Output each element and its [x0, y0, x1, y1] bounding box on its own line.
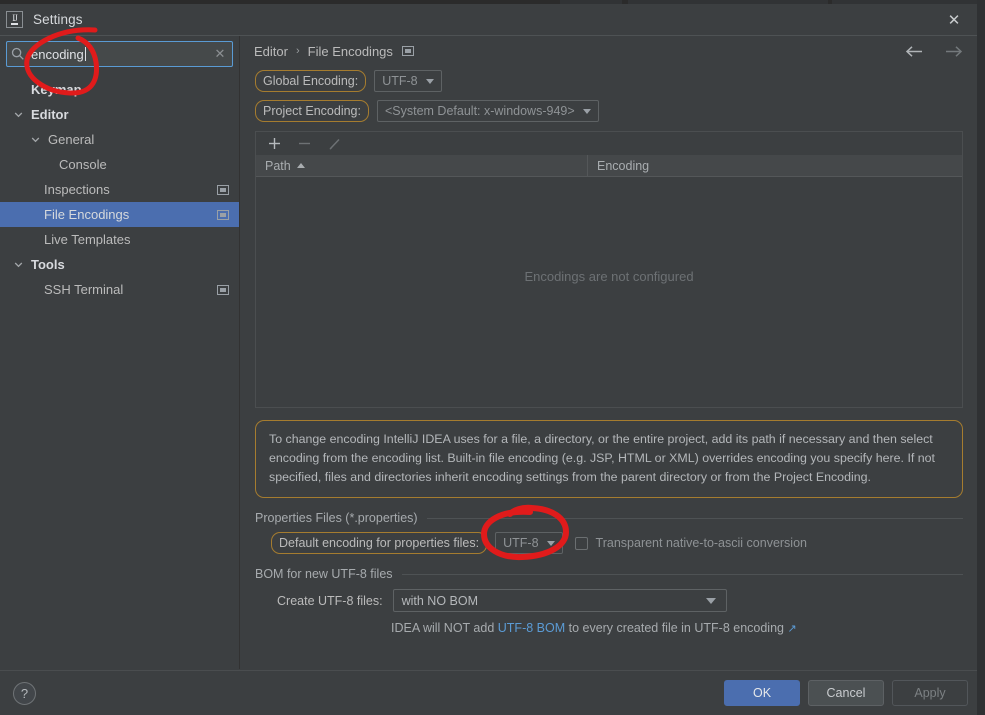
close-icon[interactable]: ✕ — [931, 4, 977, 35]
sidebar-item-tools[interactable]: Tools — [0, 252, 239, 277]
section-divider — [426, 517, 963, 519]
breadcrumb-current: File Encodings — [307, 43, 393, 59]
remove-icon[interactable] — [298, 137, 311, 150]
content-body: Global Encoding: UTF-8 Project Encoding:… — [241, 66, 977, 635]
sidebar-item-general[interactable]: General — [0, 127, 239, 152]
sidebar-item-label: SSH Terminal — [44, 282, 124, 297]
search-input-value[interactable]: encoding — [29, 46, 208, 62]
default-properties-encoding-value: UTF-8 — [503, 536, 539, 550]
settings-sidebar: encoding ✕ Keymap Editor General Console… — [0, 36, 240, 669]
arrow-right-icon[interactable] — [944, 45, 963, 58]
sidebar-item-label: Editor — [31, 107, 69, 122]
encodings-table-toolbar — [255, 131, 963, 155]
pencil-icon[interactable] — [328, 137, 342, 151]
create-utf8-files-value: with NO BOM — [401, 593, 478, 608]
help-button[interactable]: ? — [13, 682, 36, 705]
global-encoding-combo[interactable]: UTF-8 — [374, 70, 442, 92]
clear-icon[interactable]: ✕ — [208, 46, 232, 62]
settings-dialog: IJ Settings ✕ encoding ✕ Keymap Editor G… — [0, 0, 985, 715]
sidebar-item-label: Tools — [31, 257, 65, 272]
settings-tree: Keymap Editor General Console Inspection… — [0, 77, 239, 302]
sidebar-item-console[interactable]: Console — [0, 152, 239, 177]
encodings-table[interactable]: Path Encoding Encodings are not configur… — [255, 155, 963, 408]
project-encoding-combo[interactable]: <System Default: x-windows-949> — [376, 100, 599, 122]
intellij-logo-icon: IJ — [6, 11, 23, 28]
breadcrumb: Editor › File Encodings — [241, 36, 977, 66]
section-divider — [401, 573, 963, 575]
search-icon — [7, 47, 29, 61]
logo-text: IJ — [11, 13, 18, 25]
breadcrumb-root[interactable]: Editor — [254, 44, 288, 59]
sidebar-item-label: General — [48, 132, 95, 147]
transparent-native-to-ascii-row[interactable]: Transparent native-to-ascii conversion — [574, 536, 807, 550]
bom-note-prefix: IDEA will NOT add — [391, 621, 498, 635]
bom-note-link[interactable]: UTF-8 BOM — [498, 621, 565, 635]
create-utf8-files-row: Create UTF-8 files: with NO BOM — [255, 589, 963, 612]
sidebar-item-inspections[interactable]: Inspections — [0, 177, 239, 202]
chevron-down-icon[interactable] — [12, 258, 25, 271]
sidebar-item-ssh-terminal[interactable]: SSH Terminal — [0, 277, 239, 302]
create-utf8-files-label: Create UTF-8 files: — [277, 593, 383, 608]
default-properties-encoding-row: Default encoding for properties files: U… — [255, 532, 963, 554]
global-encoding-value: UTF-8 — [382, 74, 418, 88]
desktop-background-right-edge — [977, 0, 985, 715]
dialog-footer: ? OK Cancel Apply — [0, 670, 977, 715]
sidebar-item-label: Keymap — [31, 82, 82, 97]
transparent-native-to-ascii-checkbox[interactable] — [574, 536, 588, 550]
navigation-arrows — [905, 36, 963, 66]
project-scope-icon — [217, 284, 229, 295]
chevron-down-icon — [705, 597, 716, 604]
window-title: Settings — [33, 12, 83, 27]
project-encoding-value: <System Default: x-windows-949> — [384, 104, 575, 118]
text-caret — [84, 46, 86, 61]
apply-button[interactable]: Apply — [892, 680, 968, 706]
project-encoding-label: Project Encoding: — [255, 100, 369, 122]
sidebar-item-file-encodings[interactable]: File Encodings — [0, 202, 239, 227]
chevron-down-icon — [546, 540, 555, 546]
default-properties-encoding-label: Default encoding for properties files: — [271, 532, 488, 554]
sidebar-item-live-templates[interactable]: Live Templates — [0, 227, 239, 252]
bom-note: IDEA will NOT add UTF-8 BOM to every cre… — [255, 621, 963, 635]
create-utf8-files-combo[interactable]: with NO BOM — [392, 589, 727, 612]
external-link-icon[interactable]: ↗ — [787, 623, 796, 635]
sidebar-item-label: Live Templates — [44, 232, 131, 247]
bom-note-suffix: to every created file in UTF-8 encoding — [565, 621, 784, 635]
properties-files-section-header: Properties Files (*.properties) — [255, 511, 963, 525]
sidebar-item-label: File Encodings — [44, 207, 130, 222]
global-encoding-label: Global Encoding: — [255, 70, 367, 92]
project-scope-icon — [217, 209, 229, 220]
cancel-button[interactable]: Cancel — [808, 680, 884, 706]
chevron-down-icon — [582, 108, 591, 114]
sidebar-item-label: Console — [59, 157, 107, 172]
arrow-left-icon[interactable] — [905, 45, 924, 58]
sidebar-item-editor[interactable]: Editor — [0, 102, 239, 127]
transparent-native-to-ascii-label: Transparent native-to-ascii conversion — [595, 536, 807, 550]
section-title: Properties Files (*.properties) — [255, 511, 418, 525]
chevron-down-icon — [425, 78, 434, 84]
chevron-down-icon[interactable] — [29, 133, 42, 146]
title-bar: IJ Settings ✕ — [0, 4, 977, 35]
breadcrumb-separator: › — [295, 45, 300, 57]
search-area: encoding ✕ — [0, 36, 239, 67]
project-encoding-row: Project Encoding: <System Default: x-win… — [255, 96, 963, 126]
settings-content-panel: Editor › File Encodings Global Encoding:… — [241, 36, 977, 669]
section-title: BOM for new UTF-8 files — [255, 567, 393, 581]
table-empty-message: Encodings are not configured — [524, 268, 694, 284]
add-icon[interactable] — [268, 137, 281, 150]
search-input[interactable]: encoding ✕ — [6, 41, 233, 67]
default-properties-encoding-combo[interactable]: UTF-8 — [495, 532, 563, 554]
sidebar-item-keymap[interactable]: Keymap — [0, 77, 239, 102]
project-scope-icon — [217, 184, 229, 195]
chevron-down-icon[interactable] — [12, 108, 25, 121]
bom-section-header: BOM for new UTF-8 files — [255, 567, 963, 581]
project-scope-icon — [401, 46, 414, 56]
encoding-info-box: To change encoding IntelliJ IDEA uses fo… — [255, 420, 963, 498]
sidebar-item-label: Inspections — [44, 182, 110, 197]
global-encoding-row: Global Encoding: UTF-8 — [255, 66, 963, 96]
search-text: encoding — [31, 46, 84, 62]
ok-button[interactable]: OK — [724, 680, 800, 706]
